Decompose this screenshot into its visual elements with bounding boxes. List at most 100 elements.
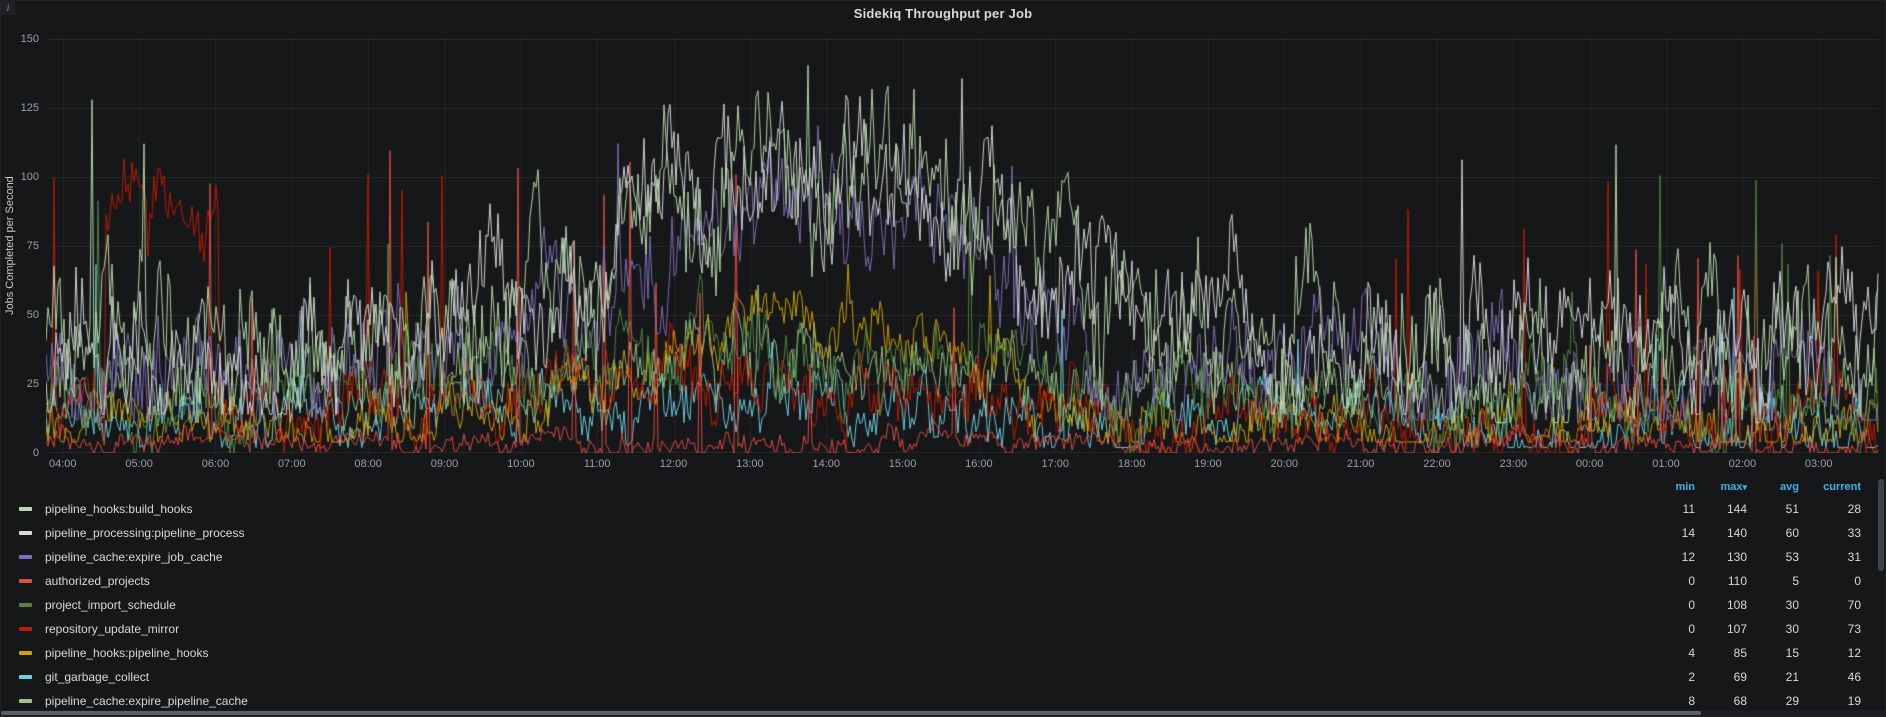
y-tick-label: 125 — [20, 102, 39, 114]
series-min-value: 12 — [1681, 550, 1695, 564]
x-tick-label: 23:00 — [1499, 458, 1528, 470]
series-current-value: 73 — [1847, 622, 1861, 636]
series-swatch-cell — [19, 651, 45, 655]
series-name[interactable]: git_garbage_collect — [45, 670, 1643, 684]
legend-sort-header-current[interactable]: current — [1799, 481, 1861, 493]
series-avg-value: 21 — [1785, 670, 1799, 684]
x-tick-label: 12:00 — [659, 458, 688, 470]
series-current-value: 31 — [1847, 550, 1861, 564]
series-current-value: 19 — [1847, 694, 1861, 708]
series-color-swatch[interactable] — [19, 627, 32, 631]
legend-row: pipeline_hooks:build_hooks 11 144 51 28 — [19, 497, 1886, 521]
series-color-swatch[interactable] — [19, 531, 32, 535]
plot-canvas[interactable] — [46, 39, 1879, 453]
series-max-value: 85 — [1733, 646, 1747, 660]
series-current-value: 70 — [1847, 598, 1861, 612]
throughput-chart: Jobs Completed per Second 0 25 50 75 100 125 1… — [1, 1, 1886, 476]
bottom-scrollbar-thumb[interactable] — [1, 711, 1701, 715]
series-name[interactable]: pipeline_cache:expire_pipeline_cache — [45, 694, 1643, 708]
series-name[interactable]: project_import_schedule — [45, 598, 1643, 612]
legend-sort-header-max[interactable]: max▾ — [1695, 481, 1747, 493]
series-color-swatch[interactable] — [19, 651, 32, 655]
x-tick-label: 06:00 — [201, 458, 230, 470]
series-current-value: 0 — [1854, 574, 1861, 588]
y-tick-label: 100 — [20, 171, 39, 183]
x-tick-label: 10:00 — [507, 458, 535, 470]
series-color-swatch[interactable] — [19, 507, 32, 511]
x-tick-label: 13:00 — [736, 458, 764, 470]
series-avg-value: 5 — [1792, 574, 1799, 588]
series-name[interactable]: pipeline_cache:expire_job_cache — [45, 550, 1643, 564]
bottom-scrollbar[interactable] — [1, 710, 1886, 716]
series-max-value: 144 — [1726, 502, 1747, 516]
series-max-value: 68 — [1733, 694, 1747, 708]
legend-row: git_garbage_collect 2 69 21 46 — [19, 665, 1886, 689]
x-tick-label: 07:00 — [278, 458, 306, 470]
x-tick-label: 14:00 — [812, 458, 840, 470]
y-tick-label: 150 — [20, 33, 39, 45]
series-swatch-cell — [19, 603, 45, 607]
series-min-value: 8 — [1688, 694, 1695, 708]
series-color-swatch[interactable] — [19, 555, 32, 559]
x-tick-label: 17:00 — [1041, 458, 1070, 470]
legend-sort-header-avg[interactable]: avg — [1747, 481, 1799, 493]
legend-row: repository_update_mirror 0 107 30 73 — [19, 617, 1886, 641]
legend-row: project_import_schedule 0 108 30 70 — [19, 593, 1886, 617]
series-max-value: 130 — [1726, 550, 1747, 564]
series-swatch-cell — [19, 555, 45, 559]
legend-header: min max▾ avg current — [19, 477, 1886, 497]
x-tick-label: 15:00 — [888, 458, 917, 470]
series-swatch-cell — [19, 699, 45, 703]
series-max-value: 110 — [1727, 574, 1747, 588]
x-tick-label: 22:00 — [1423, 458, 1451, 470]
series-avg-value: 29 — [1785, 694, 1799, 708]
y-tick-label: 25 — [26, 378, 39, 390]
series-color-swatch[interactable] — [19, 579, 32, 583]
series-color-swatch[interactable] — [19, 603, 32, 607]
legend-row: authorized_projects 0 110 5 0 — [19, 569, 1886, 593]
series-max-value: 140 — [1726, 526, 1747, 540]
series-avg-value: 53 — [1785, 550, 1799, 564]
series-swatch-cell — [19, 507, 45, 511]
series-min-value: 0 — [1688, 598, 1695, 612]
legend-sort-header-min[interactable]: min — [1643, 481, 1695, 493]
grafana-panel: i Sidekiq Throughput per Job Jobs Comple… — [0, 0, 1886, 717]
legend-vertical-scrollbar-thumb[interactable] — [1878, 479, 1884, 571]
series-name[interactable]: authorized_projects — [45, 574, 1643, 588]
x-tick-label: 01:00 — [1652, 458, 1680, 470]
series-avg-value: 60 — [1785, 526, 1799, 540]
y-tick-label: 0 — [32, 447, 39, 459]
x-tick-label: 04:00 — [49, 458, 77, 470]
x-tick-label: 09:00 — [430, 458, 459, 470]
series-color-swatch[interactable] — [19, 675, 32, 679]
legend-vertical-scrollbar[interactable] — [1878, 479, 1884, 708]
y-tick-label: 50 — [26, 309, 39, 321]
series-avg-value: 30 — [1785, 598, 1799, 612]
series-name[interactable]: pipeline_hooks:build_hooks — [45, 502, 1643, 516]
series-swatch-cell — [19, 531, 45, 535]
x-tick-label: 19:00 — [1194, 458, 1222, 470]
series-swatch-cell — [19, 675, 45, 679]
series-current-value: 12 — [1847, 646, 1861, 660]
legend-row: pipeline_processing:pipeline_process 14 14… — [19, 521, 1886, 545]
series-avg-value: 15 — [1785, 646, 1799, 660]
series-color-swatch[interactable] — [19, 699, 32, 703]
series-name[interactable]: pipeline_processing:pipeline_process — [45, 526, 1643, 540]
series-min-value: 4 — [1688, 646, 1695, 660]
x-tick-label: 16:00 — [965, 458, 993, 470]
series-current-value: 28 — [1847, 502, 1861, 516]
series-max-value: 107 — [1726, 622, 1747, 636]
x-tick-label: 00:00 — [1575, 458, 1604, 470]
series-swatch-cell — [19, 579, 45, 583]
legend-row: pipeline_cache:expire_pipeline_cache 8 68 2… — [19, 689, 1886, 710]
series-swatch-cell — [19, 627, 45, 631]
legend-row: pipeline_cache:expire_job_cache 12 130 53 31 — [19, 545, 1886, 569]
series-min-value: 2 — [1688, 670, 1695, 684]
series-min-value: 14 — [1681, 526, 1695, 540]
x-tick-label: 08:00 — [354, 458, 382, 470]
series-min-value: 0 — [1688, 622, 1695, 636]
x-tick-label: 02:00 — [1728, 458, 1757, 470]
panel-info-icon[interactable]: i — [1, 1, 15, 15]
series-name[interactable]: pipeline_hooks:pipeline_hooks — [45, 646, 1643, 660]
series-name[interactable]: repository_update_mirror — [45, 622, 1643, 636]
